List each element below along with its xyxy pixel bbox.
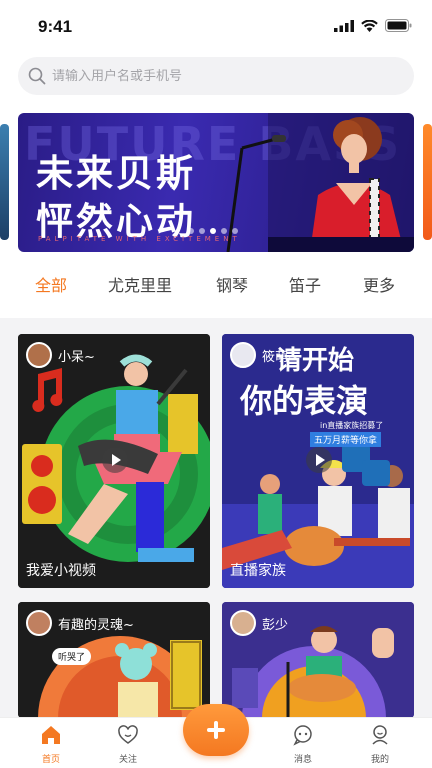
banner-small-text: PALPITATE WITH EXCITEMENT xyxy=(38,235,241,243)
message-icon xyxy=(293,725,312,746)
card-caption: 我爱小视频 xyxy=(26,563,96,579)
tab-more[interactable]: 更多 xyxy=(363,272,395,296)
video-card[interactable]: 彭少 xyxy=(222,602,414,718)
video-card[interactable]: 请开始 你的表演 in直播家族招募了 五万月薪等你拿 筱萌~ 直播家族 xyxy=(222,334,414,588)
cellular-signal-icon xyxy=(334,19,354,32)
banner-pagination xyxy=(188,228,238,234)
poster-tag: 五万月薪等你拿 xyxy=(310,432,382,447)
card-username[interactable]: 筱萌~ xyxy=(262,346,299,365)
nav-messages[interactable]: 消息 xyxy=(278,724,328,765)
card-username[interactable]: 有趣的灵魂~ xyxy=(58,614,134,633)
play-icon[interactable] xyxy=(102,447,128,473)
play-icon[interactable] xyxy=(306,447,332,473)
battery-icon xyxy=(385,19,412,32)
nav-label: 消息 xyxy=(293,755,312,765)
poster-subtitle: in直播家族招募了 xyxy=(320,421,384,430)
header-area: 9:41 FUTURE BASS 未来贝斯 怦然心 xyxy=(0,0,432,318)
video-card[interactable]: 小呆~ 我爱小视频 xyxy=(18,334,210,588)
prev-banner-peek[interactable] xyxy=(0,124,9,240)
card-username[interactable]: 彭少 xyxy=(262,614,288,633)
nav-profile[interactable]: 我的 xyxy=(355,724,405,765)
add-button[interactable] xyxy=(183,704,249,756)
status-icons xyxy=(334,19,412,32)
wifi-icon xyxy=(361,19,378,32)
banner-dot[interactable] xyxy=(199,228,205,234)
avatar[interactable] xyxy=(230,342,256,368)
search-icon xyxy=(28,67,46,85)
banner-dot[interactable] xyxy=(232,228,238,234)
banner-title-line1: 未来贝斯 xyxy=(36,152,196,195)
nav-home[interactable]: 首页 xyxy=(26,724,76,765)
status-time: 9:41 xyxy=(38,17,73,36)
banner-dot[interactable] xyxy=(188,228,194,234)
nav-follow[interactable]: 关注 xyxy=(103,724,153,765)
category-tabs: 全部 尤克里里 钢琴 笛子 更多 xyxy=(0,268,432,302)
nav-label: 关注 xyxy=(118,755,137,765)
next-banner-peek[interactable] xyxy=(423,124,432,240)
avatar[interactable] xyxy=(230,610,256,636)
profile-icon xyxy=(372,725,388,745)
home-icon xyxy=(42,726,60,744)
tab-piano[interactable]: 钢琴 xyxy=(216,272,248,296)
banner-dot[interactable] xyxy=(221,228,227,234)
nav-label: 首页 xyxy=(41,755,60,765)
poster-title-line2: 你的表演 xyxy=(240,382,369,420)
card-caption: 直播家族 xyxy=(230,563,286,579)
speech-bubble: 听哭了 xyxy=(52,648,92,665)
tab-flute[interactable]: 笛子 xyxy=(289,272,321,296)
heart-icon xyxy=(118,725,138,744)
video-card[interactable]: 听哭了 有趣的灵魂~ xyxy=(18,602,210,718)
search-input[interactable] xyxy=(52,68,392,84)
banner-dot-active[interactable] xyxy=(210,228,216,234)
nav-label: 我的 xyxy=(370,755,389,765)
tab-all[interactable]: 全部 xyxy=(35,272,67,296)
avatar[interactable] xyxy=(26,342,52,368)
tab-ukulele[interactable]: 尤克里里 xyxy=(108,272,172,296)
status-bar: 9:41 xyxy=(0,0,432,52)
avatar[interactable] xyxy=(26,610,52,636)
search-bar[interactable] xyxy=(18,57,414,95)
card-username[interactable]: 小呆~ xyxy=(58,346,95,365)
